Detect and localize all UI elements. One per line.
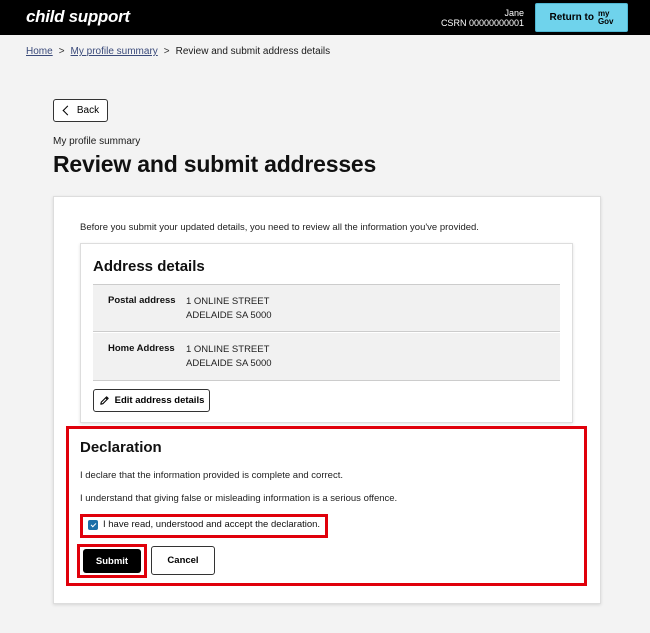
intro-text: Before you submit your updated details, … <box>80 222 479 233</box>
user-info: Jane CSRN 00000000001 <box>441 8 524 28</box>
checkmark-icon <box>90 521 96 528</box>
cancel-button[interactable]: Cancel <box>151 546 215 575</box>
address-line1: 1 ONLINE STREET <box>186 296 270 307</box>
page-title: Review and submit addresses <box>53 151 377 177</box>
breadcrumb-home-link[interactable]: Home <box>26 46 53 57</box>
declaration-checkbox-label[interactable]: I have read, understood and accept the d… <box>103 519 320 530</box>
address-line2: ADELAIDE SA 5000 <box>186 358 272 369</box>
address-details-title: Address details <box>93 258 205 275</box>
declaration-statement-1: I declare that the information provided … <box>80 470 343 481</box>
return-to-mygov-button[interactable]: Return to my Gov <box>535 3 628 32</box>
address-value: 1 ONLINE STREET ADELAIDE SA 5000 <box>186 343 272 371</box>
address-line2: ADELAIDE SA 5000 <box>186 310 272 321</box>
top-bar: child support Jane CSRN 00000000001 Retu… <box>0 0 650 35</box>
breadcrumb: Home > My profile summary > Review and s… <box>26 46 330 57</box>
user-csrn: CSRN 00000000001 <box>440 18 524 28</box>
child-support-logo[interactable]: child support <box>26 7 130 27</box>
address-label: Home Address <box>108 343 175 354</box>
declaration-title: Declaration <box>80 439 162 456</box>
pencil-icon <box>99 396 109 405</box>
declaration-checkbox[interactable] <box>88 520 98 530</box>
edit-address-details-button[interactable]: Edit address details <box>93 389 210 412</box>
chevron-left-icon <box>62 105 73 116</box>
back-label: Back <box>76 105 100 116</box>
address-line1: 1 ONLINE STREET <box>186 344 270 355</box>
back-button[interactable]: Back <box>53 99 108 122</box>
breadcrumb-separator-icon: > <box>163 46 170 57</box>
section-eyebrow: My profile summary <box>53 136 141 147</box>
edit-address-label: Edit address details <box>114 395 205 406</box>
mygov-logo-line2: Gov <box>597 16 614 26</box>
breadcrumb-profile-link[interactable]: My profile summary <box>71 46 158 57</box>
address-label: Postal address <box>108 295 176 306</box>
address-value: 1 ONLINE STREET ADELAIDE SA 5000 <box>186 295 272 323</box>
address-row-home: Home Address 1 ONLINE STREET ADELAIDE SA… <box>93 333 560 381</box>
breadcrumb-current: Review and submit address details <box>175 46 331 57</box>
breadcrumb-separator-icon: > <box>58 46 65 57</box>
submit-button[interactable]: Submit <box>83 549 141 573</box>
mygov-logo: my Gov <box>597 9 614 26</box>
return-label: Return to <box>549 12 594 23</box>
declaration-statement-2: I understand that giving false or mislea… <box>80 493 398 504</box>
address-row-postal: Postal address 1 ONLINE STREET ADELAIDE … <box>93 285 560 332</box>
user-name: Jane <box>504 8 524 18</box>
